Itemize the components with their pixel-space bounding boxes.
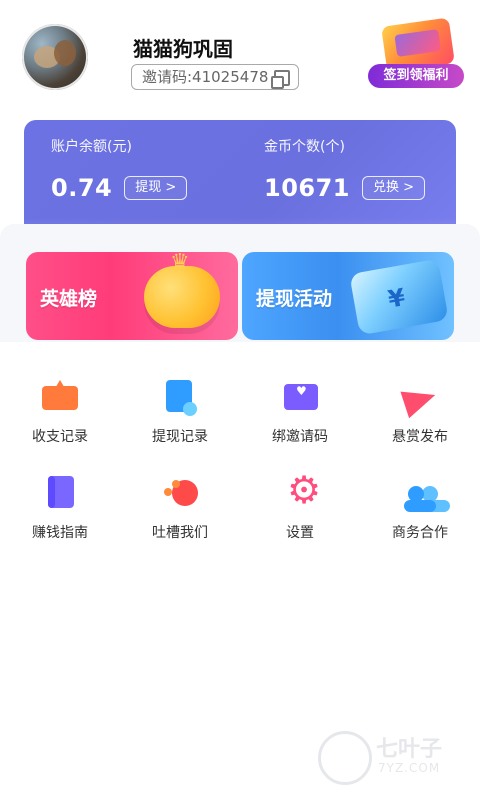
hero-mascot-icon — [144, 252, 220, 328]
coins-value: 10671 — [264, 174, 350, 202]
profile-header: 猫猫狗巩固 邀请码:41025478 签到领福利 — [0, 0, 480, 110]
menu-item-withdraw-record[interactable]: 提现记录 — [120, 368, 240, 448]
menu-item-earning-guide[interactable]: 赚钱指南 — [0, 464, 120, 544]
guide-book-icon — [38, 470, 82, 514]
menu-label: 商务合作 — [392, 525, 448, 541]
avatar[interactable] — [22, 24, 88, 90]
menu-label: 赚钱指南 — [32, 525, 88, 541]
feedback-icon — [158, 470, 202, 514]
invite-code-text: 邀请码:41025478 — [142, 68, 269, 86]
withdraw-activity-banner[interactable]: 提现活动 — [242, 252, 454, 340]
checkin-label: 签到领福利 — [368, 64, 464, 88]
hero-list-banner[interactable]: 英雄榜 — [26, 252, 238, 340]
menu-label: 悬赏发布 — [392, 429, 448, 445]
menu-item-income-expense[interactable]: 收支记录 — [0, 368, 120, 448]
watermark-logo — [318, 731, 372, 785]
menu-label: 收支记录 — [32, 429, 88, 445]
menu-item-bind-invite[interactable]: 绑邀请码 — [240, 368, 360, 448]
wallet-icon — [38, 374, 82, 418]
paper-plane-icon — [398, 374, 442, 418]
watermark-cn: 七叶子 — [376, 737, 443, 762]
withdraw-record-icon — [158, 374, 202, 418]
username: 猫猫狗巩固 — [133, 37, 233, 61]
business-users-icon — [398, 470, 442, 514]
menu-label: 提现记录 — [152, 429, 208, 445]
copy-icon[interactable] — [271, 70, 291, 89]
account-balance-title: 账户余额(元) — [51, 139, 132, 155]
withdraw-button[interactable]: 提现 > — [124, 176, 188, 200]
coins-balance: 金币个数(个) 10671 兑换 > — [264, 136, 464, 202]
menu-item-feedback[interactable]: 吐槽我们 — [120, 464, 240, 544]
exchange-button[interactable]: 兑换 > — [362, 176, 426, 200]
menu-label: 绑邀请码 — [272, 429, 328, 445]
settings-gear-icon — [278, 468, 322, 514]
account-balance: 账户余额(元) 0.74 提现 > — [51, 136, 251, 202]
withdraw-activity-title: 提现活动 — [256, 288, 333, 310]
checkin-reward-button[interactable]: 签到领福利 — [368, 17, 464, 92]
menu-item-settings[interactable]: 设置 — [240, 464, 360, 544]
account-balance-value: 0.74 — [51, 174, 113, 202]
watermark-en: 7YZ.COM — [378, 761, 441, 775]
menu-label: 设置 — [286, 525, 314, 541]
invite-mail-icon — [278, 374, 322, 418]
menu-item-bounty-post[interactable]: 悬赏发布 — [360, 368, 480, 448]
watermark: 七叶子 7YZ.COM — [318, 727, 468, 791]
banner-area: 英雄榜 提现活动 — [0, 224, 480, 354]
menu-label: 吐槽我们 — [152, 525, 208, 541]
menu-item-business[interactable]: 商务合作 — [360, 464, 480, 544]
money-icon — [349, 258, 449, 336]
hero-list-title: 英雄榜 — [40, 288, 98, 310]
invite-code[interactable]: 邀请码:41025478 — [131, 64, 300, 90]
coins-title: 金币个数(个) — [264, 139, 345, 155]
